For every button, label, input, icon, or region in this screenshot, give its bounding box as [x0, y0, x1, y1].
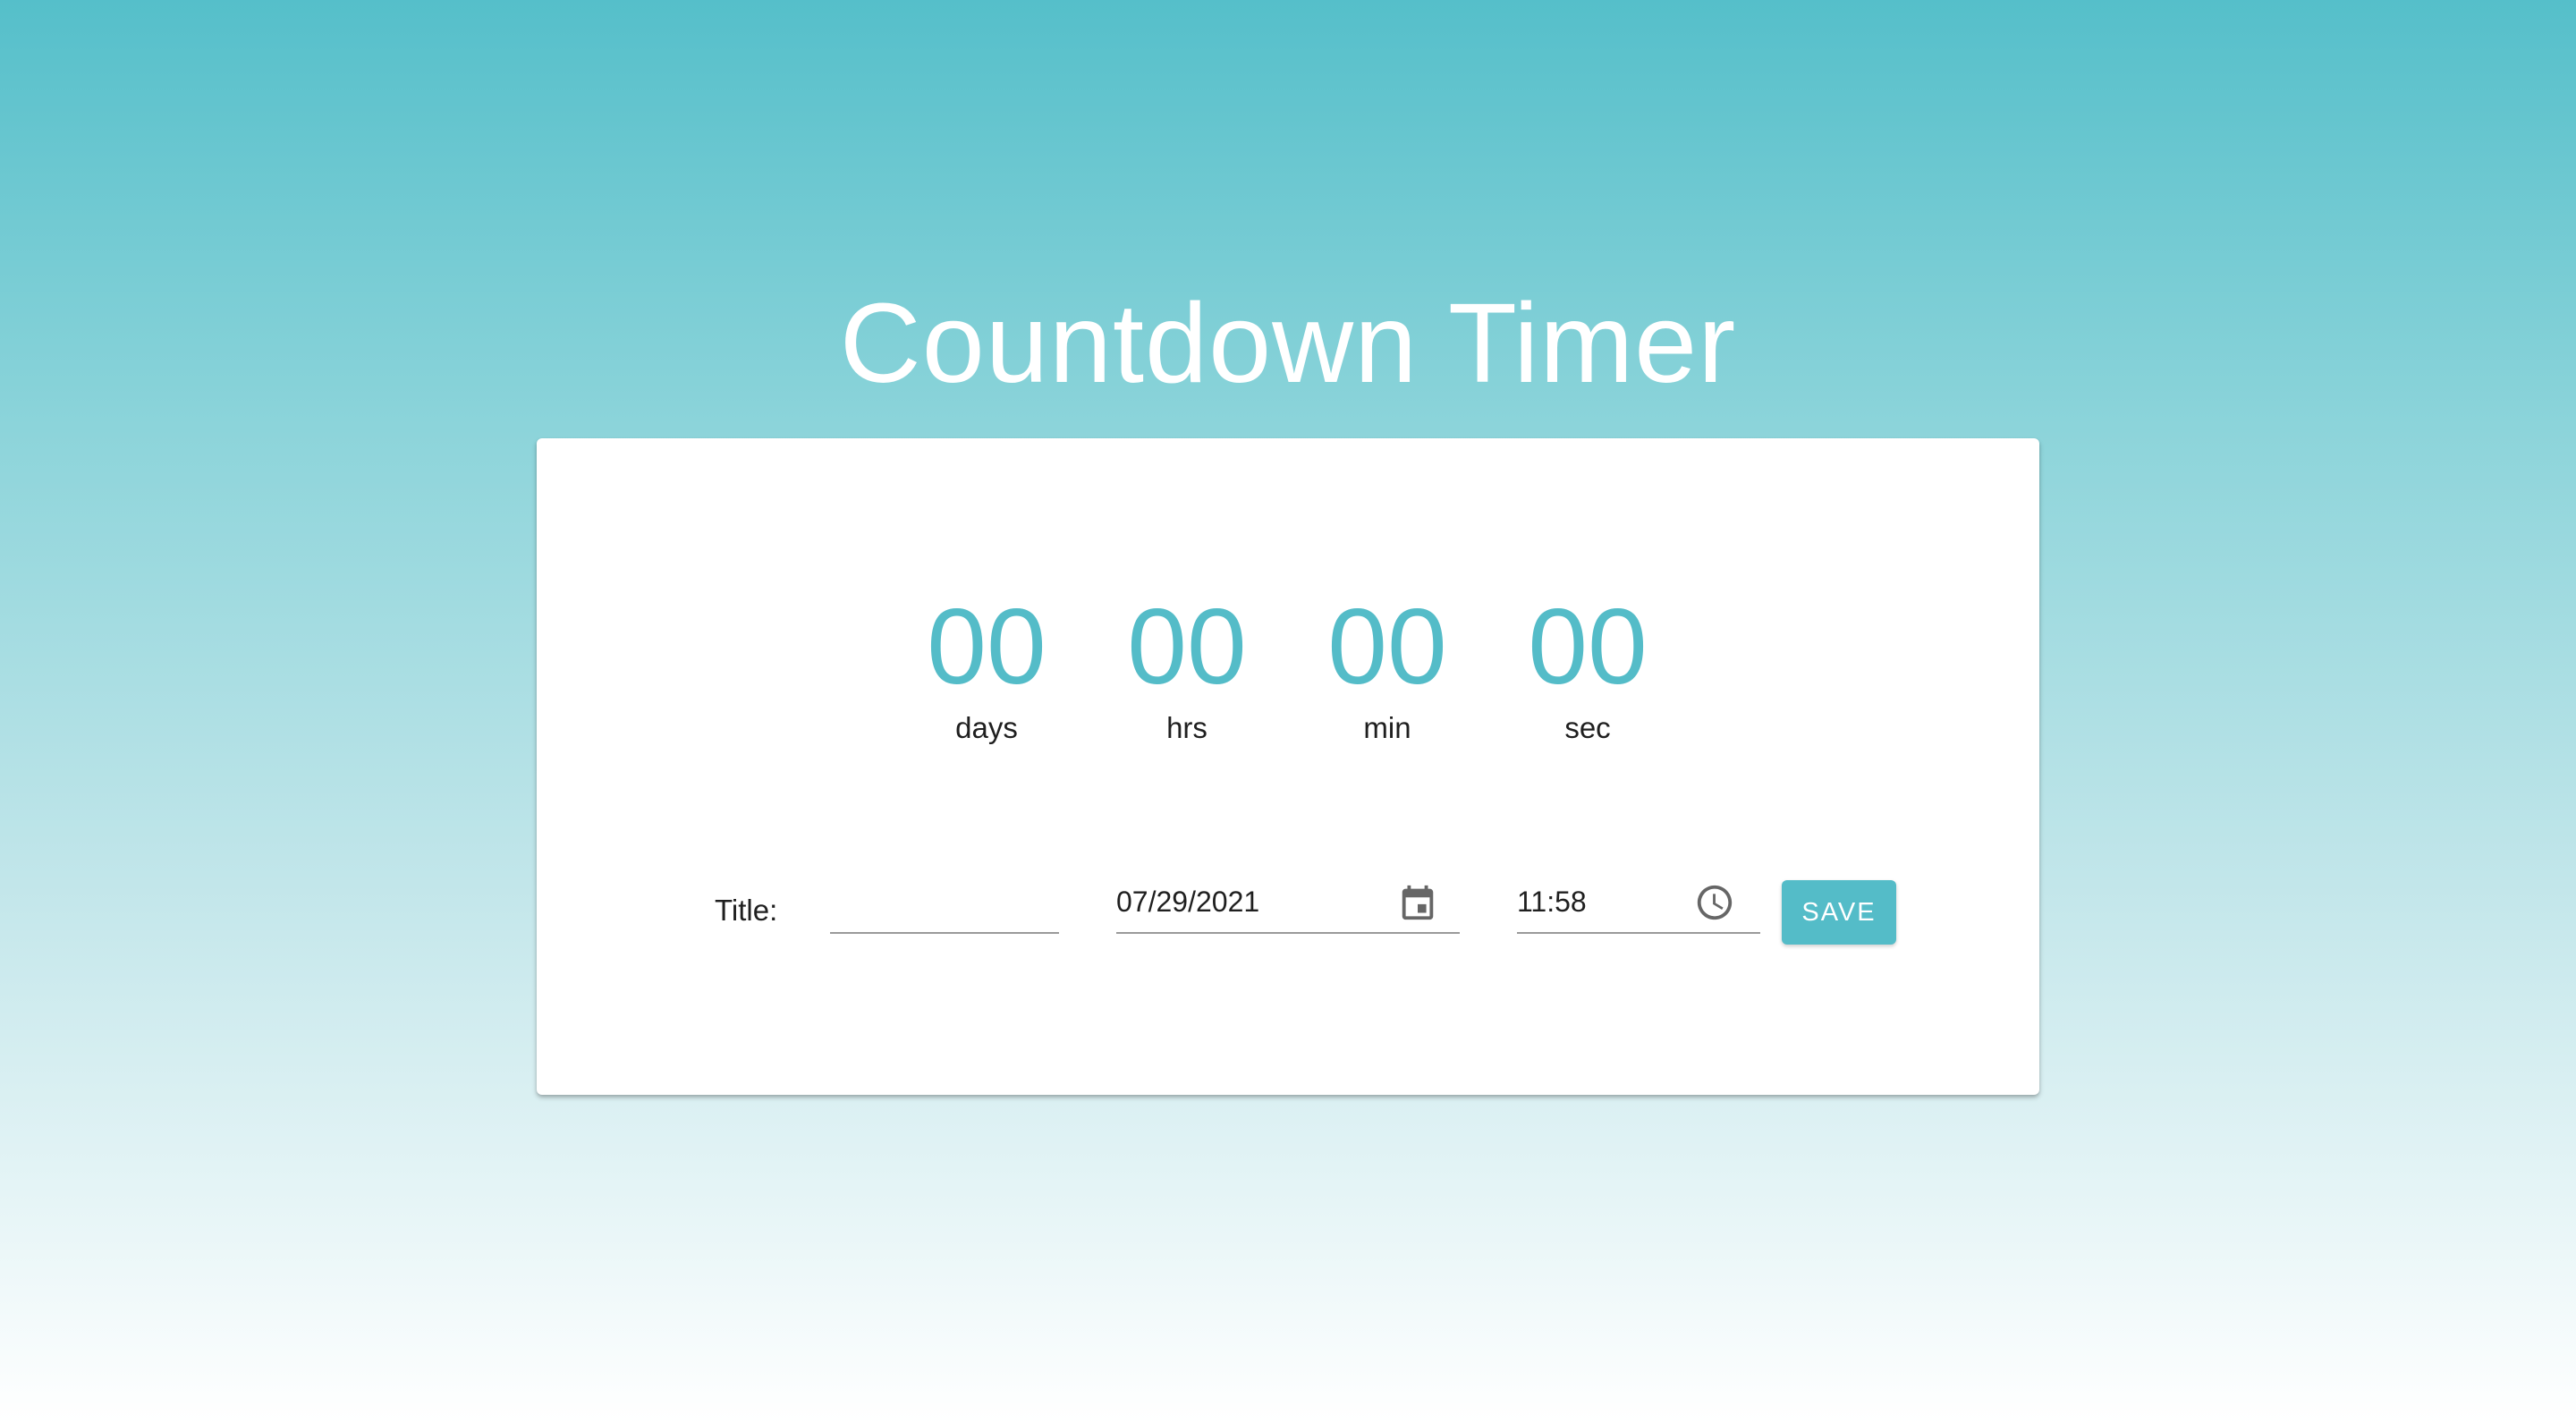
countdown-minutes: 00 min — [1298, 589, 1477, 746]
calendar-icon[interactable] — [1397, 882, 1438, 923]
time-input[interactable]: 11:58 — [1517, 877, 1760, 934]
minutes-label: min — [1363, 711, 1411, 744]
title-input[interactable] — [830, 877, 1059, 934]
days-value: 00 — [927, 587, 1046, 707]
seconds-value: 00 — [1528, 587, 1648, 707]
date-input[interactable]: 07/29/2021 — [1116, 877, 1460, 934]
time-input-value: 11:58 — [1517, 886, 1587, 918]
days-label: days — [955, 711, 1018, 744]
hours-value: 00 — [1127, 587, 1247, 707]
page-title: Countdown Timer — [839, 280, 1737, 407]
seconds-label: sec — [1564, 711, 1611, 744]
title-label: Title: — [715, 894, 778, 927]
countdown-card: 00 days 00 hrs 00 min 00 sec Title: 07/2… — [537, 438, 2039, 1095]
hours-label: hrs — [1166, 711, 1208, 744]
clock-icon[interactable] — [1694, 882, 1735, 923]
minutes-value: 00 — [1327, 587, 1447, 707]
save-button[interactable]: SAVE — [1782, 880, 1896, 945]
date-input-value: 07/29/2021 — [1116, 886, 1260, 918]
countdown-days: 00 days — [897, 589, 1076, 746]
countdown-seconds: 00 sec — [1498, 589, 1677, 746]
countdown-hours: 00 hrs — [1097, 589, 1276, 746]
